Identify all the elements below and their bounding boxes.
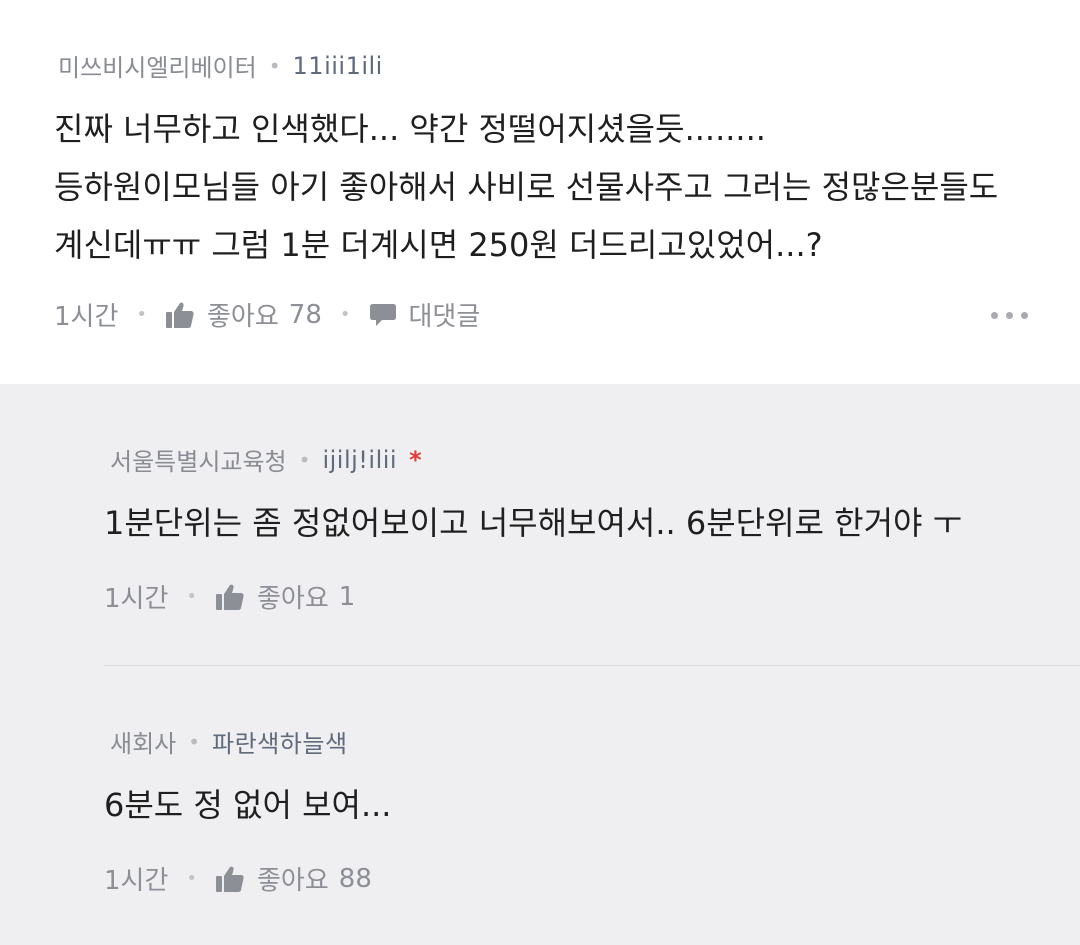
reply-body: 1분단위는 좀 정없어보이고 너무해보여서.. 6분단위로 한거야 ㅜ <box>104 504 963 542</box>
author-name[interactable]: 새회사 <box>110 724 176 759</box>
comment-line: 계신데ㅠㅠ 그럼 1분 더계시면 250원 더드리고있었어...? <box>54 226 823 264</box>
thumbs-up-icon[interactable] <box>215 583 245 611</box>
separator-dot: • <box>268 53 281 78</box>
more-options-icon[interactable] <box>991 312 1028 319</box>
author-nickname[interactable]: 11iii1ili <box>293 52 383 80</box>
timestamp: 1시간 <box>104 866 169 896</box>
more-dot <box>1021 312 1028 319</box>
separator-dot: • <box>136 304 148 325</box>
timestamp: 1시간 <box>54 302 119 332</box>
timestamp: 1시간 <box>104 584 169 614</box>
separator-dot: • <box>186 868 198 889</box>
comment-line: 진짜 너무하고 인색했다... 약간 정떨어지셨을듯........ <box>54 110 766 148</box>
author-nickname[interactable]: 파란색하늘색 <box>212 724 347 759</box>
reply-button[interactable]: 대댓글 <box>409 296 481 333</box>
author-name[interactable]: 미쓰비시엘리베이터 <box>58 48 257 83</box>
separator-dot: • <box>186 586 198 607</box>
more-dot <box>991 312 998 319</box>
thumbs-up-icon[interactable] <box>215 865 245 893</box>
author-nickname[interactable]: ijilj!ilii <box>322 446 397 474</box>
reply-header: 서울특별시교육청 • ijilj!ilii * <box>110 442 422 477</box>
comment-body: 진짜 너무하고 인색했다... 약간 정떨어지셨을듯........ 등하원이모… <box>54 100 998 274</box>
more-dot <box>1006 312 1013 319</box>
like-label[interactable]: 좋아요 <box>257 578 329 615</box>
reply-body: 6분도 정 없어 보여... <box>104 786 392 824</box>
main-comment: 미쓰비시엘리베이터 • 11iii1ili 진짜 너무하고 인색했다... 약간… <box>0 0 1080 384</box>
like-count: 78 <box>288 299 322 330</box>
speech-bubble-icon[interactable] <box>369 302 397 328</box>
reply-divider <box>104 665 1080 666</box>
reply-header: 새회사 • 파란색하늘색 <box>110 724 348 759</box>
reply-actions: 1시간 • 좋아요 1 <box>104 578 355 615</box>
like-label[interactable]: 좋아요 <box>257 860 329 897</box>
reply-actions: 1시간 • 좋아요 88 <box>104 860 372 897</box>
like-count: 1 <box>338 581 356 612</box>
comment-header: 미쓰비시엘리베이터 • 11iii1ili <box>58 48 383 83</box>
separator-dot: • <box>339 304 351 325</box>
comment-line: 등하원이모님들 아기 좋아해서 사비로 선물사주고 그러는 정많은분들도 <box>54 168 999 206</box>
thumbs-up-icon[interactable] <box>165 301 195 329</box>
comment-actions: 1시간 • 좋아요 78 • 대댓글 <box>54 296 480 333</box>
like-label[interactable]: 좋아요 <box>207 296 279 333</box>
separator-dot: • <box>188 729 201 754</box>
author-badge: * <box>409 445 422 474</box>
separator-dot: • <box>298 447 311 472</box>
author-name[interactable]: 서울특별시교육청 <box>110 442 287 477</box>
like-count: 88 <box>338 863 372 894</box>
